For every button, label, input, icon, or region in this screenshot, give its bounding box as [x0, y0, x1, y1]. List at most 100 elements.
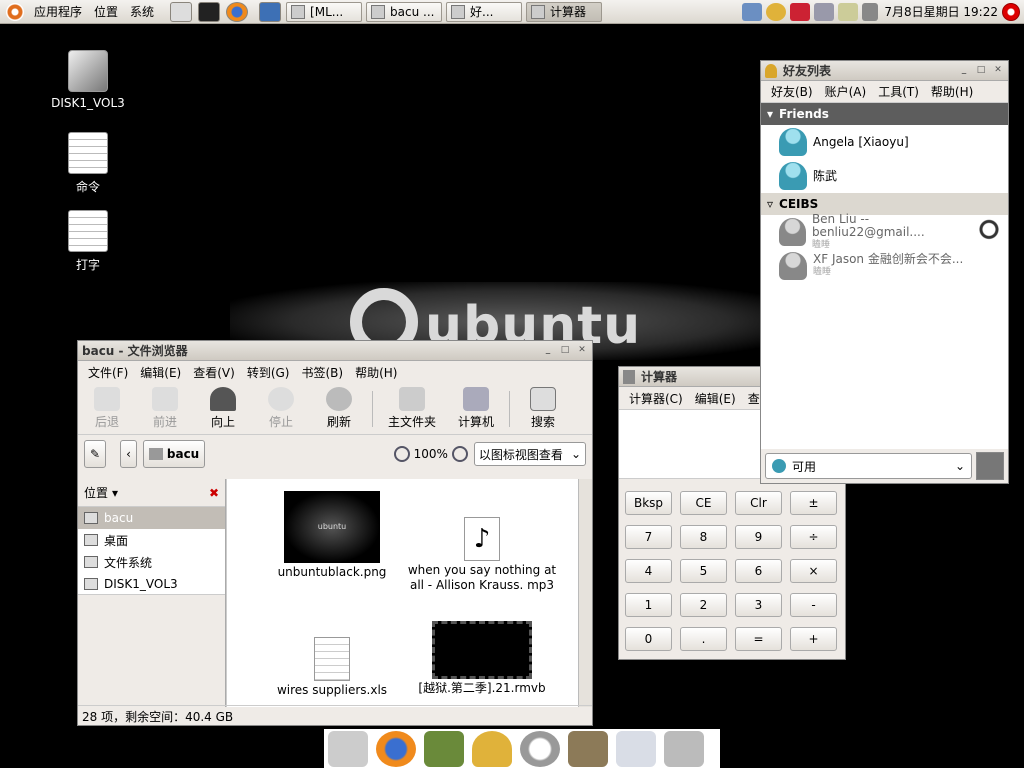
key-8[interactable]: 8: [680, 525, 727, 549]
key-decimal[interactable]: .: [680, 627, 727, 651]
firefox-icon[interactable]: [376, 730, 416, 767]
keyboard-icon[interactable]: [838, 2, 859, 21]
home-button[interactable]: 主文件夹: [377, 387, 447, 430]
menu-edit[interactable]: 编辑(E): [689, 390, 742, 407]
stop-button[interactable]: 停止: [252, 387, 310, 430]
key-0[interactable]: 0: [625, 627, 672, 651]
place-disk[interactable]: DISK1_VOL3: [78, 573, 225, 595]
path-bacu-button[interactable]: bacu: [142, 440, 206, 468]
place-desktop[interactable]: 桌面: [78, 529, 225, 551]
show-desktop-icon[interactable]: [259, 1, 282, 22]
minimize-icon[interactable]: _: [958, 65, 970, 77]
vertical-scrollbar[interactable]: [578, 479, 592, 707]
forward-button[interactable]: 前进: [136, 387, 194, 430]
zoom-in-icon[interactable]: [451, 446, 468, 462]
update-icon[interactable]: [790, 2, 811, 21]
back-button[interactable]: 后退: [78, 387, 136, 430]
dictionary-icon[interactable]: [424, 730, 464, 767]
desktop-icon-typing[interactable]: 打字: [43, 210, 133, 273]
menu-accounts[interactable]: 账户(A): [819, 83, 873, 100]
menu-bookmarks[interactable]: 书签(B): [295, 364, 349, 381]
launcher-notes-icon[interactable]: [170, 1, 193, 22]
menu-help[interactable]: 帮助(H): [349, 364, 403, 381]
task-file-browser[interactable]: bacu ...: [366, 1, 443, 22]
menu-go[interactable]: 转到(G): [241, 364, 296, 381]
gimp-icon[interactable]: [568, 730, 608, 767]
menu-file[interactable]: 文件(F): [82, 364, 134, 381]
menu-tools[interactable]: 工具(T): [872, 83, 925, 100]
key-3[interactable]: 3: [735, 593, 782, 617]
buddy-list-titlebar[interactable]: 好友列表 _ □ ✕: [761, 61, 1008, 81]
file-item[interactable]: ♪ when you say nothing at all - Allison …: [407, 517, 557, 593]
buddy-item[interactable]: Angela [Xiaoyu]: [761, 125, 1008, 159]
key-clear-entry[interactable]: CE: [680, 491, 727, 515]
key-plus-minus[interactable]: ±: [790, 491, 837, 515]
key-clear[interactable]: Clr: [735, 491, 782, 515]
key-9[interactable]: 9: [735, 525, 782, 549]
text-editor-icon[interactable]: [664, 730, 704, 767]
file-item[interactable]: ubuntu unbuntublack.png: [257, 491, 407, 580]
menu-help[interactable]: 帮助(H): [925, 83, 979, 100]
firefox-icon[interactable]: [226, 1, 249, 22]
key-divide[interactable]: ÷: [790, 525, 837, 549]
buddy-item[interactable]: Ben Liu -- benliu22@gmail.... 瞌睡: [761, 212, 1008, 250]
key-minus[interactable]: -: [790, 593, 837, 617]
computer-icon[interactable]: [814, 2, 835, 21]
search-button[interactable]: 搜索: [514, 387, 572, 430]
edit-location-button[interactable]: ✎: [84, 440, 107, 468]
place-filesystem[interactable]: 文件系统: [78, 551, 225, 573]
group-friends[interactable]: ▾ Friends: [761, 103, 1008, 125]
task-ml[interactable]: [ML...: [286, 1, 363, 22]
key-4[interactable]: 4: [625, 559, 672, 583]
reload-button[interactable]: 刷新: [310, 387, 368, 430]
key-equals[interactable]: =: [735, 627, 782, 651]
applications-menu[interactable]: 应用程序: [28, 0, 88, 24]
maximize-icon[interactable]: □: [975, 65, 987, 77]
desktop-icon-disk[interactable]: DISK1_VOL3: [43, 50, 133, 110]
menu-view[interactable]: 查看(V): [187, 364, 241, 381]
account-avatar-icon[interactable]: [976, 452, 1004, 480]
zoom-level[interactable]: 100%: [414, 447, 448, 461]
up-button[interactable]: 向上: [194, 387, 252, 430]
desktop-icon-command[interactable]: 命令: [43, 132, 133, 195]
ubuntu-logo-icon[interactable]: [6, 2, 24, 21]
key-multiply[interactable]: ×: [790, 559, 837, 583]
task-calculator[interactable]: 计算器: [526, 1, 603, 22]
buddy-item[interactable]: 陈武: [761, 159, 1008, 193]
minimize-icon[interactable]: _: [542, 345, 554, 357]
computer-button[interactable]: 计算机: [447, 387, 505, 430]
maximize-icon[interactable]: □: [559, 345, 571, 357]
key-2[interactable]: 2: [680, 593, 727, 617]
view-mode-select[interactable]: 以图标视图查看 ⌄: [473, 442, 586, 466]
places-menu[interactable]: 位置: [88, 0, 124, 24]
volume-icon[interactable]: [862, 2, 879, 21]
sidebar-header[interactable]: 位置 ▾ ✖: [78, 479, 225, 507]
pidgin-tray-icon[interactable]: [766, 2, 787, 21]
home-folder-icon[interactable]: [328, 730, 368, 767]
close-icon[interactable]: ✕: [992, 65, 1004, 77]
key-backspace[interactable]: Bksp: [625, 491, 672, 515]
mail-icon[interactable]: [616, 730, 656, 767]
terminal-icon[interactable]: [198, 1, 221, 22]
zoom-out-icon[interactable]: [393, 446, 410, 462]
status-selector[interactable]: 可用 ⌄: [765, 453, 972, 479]
menu-edit[interactable]: 编辑(E): [134, 364, 187, 381]
close-icon[interactable]: ✕: [576, 345, 588, 357]
key-1[interactable]: 1: [625, 593, 672, 617]
power-icon[interactable]: [1002, 2, 1020, 21]
menu-buddies[interactable]: 好友(B): [765, 83, 819, 100]
key-6[interactable]: 6: [735, 559, 782, 583]
key-7[interactable]: 7: [625, 525, 672, 549]
menu-calculator[interactable]: 计算器(C): [623, 390, 689, 407]
key-plus[interactable]: +: [790, 627, 837, 651]
file-browser-titlebar[interactable]: bacu - 文件浏览器 _ □ ✕: [78, 341, 592, 361]
network-icon[interactable]: [742, 2, 763, 21]
buddy-item[interactable]: XF Jason 金融创新会不会... 瞌睡: [761, 249, 1008, 283]
path-back-button[interactable]: ‹: [120, 440, 137, 468]
close-sidebar-icon[interactable]: ✖: [209, 486, 219, 500]
key-5[interactable]: 5: [680, 559, 727, 583]
clock[interactable]: 7月8日星期日 19:22: [884, 3, 998, 20]
clock-icon[interactable]: [520, 730, 560, 767]
file-item[interactable]: [越狱.第二季].21.rmvb: [407, 621, 557, 696]
pidgin-icon[interactable]: [472, 730, 512, 767]
